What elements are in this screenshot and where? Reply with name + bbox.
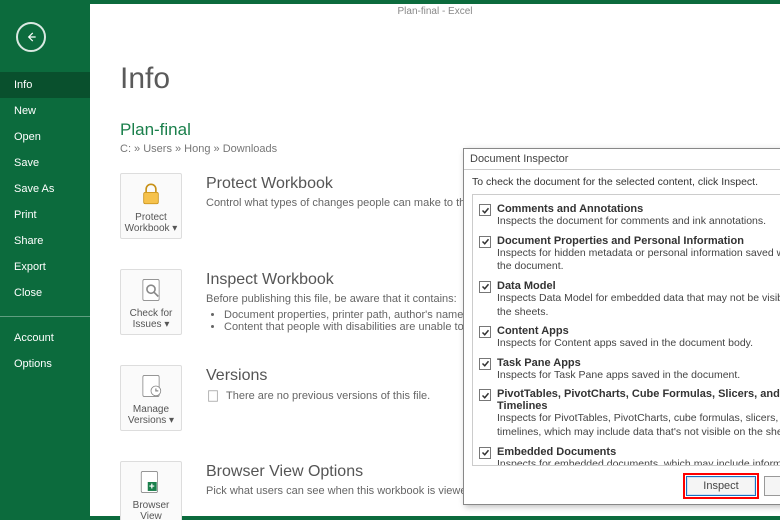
inspector-item: Data ModelInspects Data Model for embedd…	[475, 274, 780, 319]
inspector-list: Comments and AnnotationsInspects the doc…	[473, 195, 780, 465]
nav-item-export[interactable]: Export	[0, 254, 90, 280]
inspector-item: Task Pane AppsInspects for Task Pane app…	[475, 351, 780, 383]
inspector-item: Content AppsInspects for Content apps sa…	[475, 319, 780, 351]
protect-icon	[137, 180, 165, 208]
backstage-sidebar: InfoNewOpenSaveSave AsPrintShareExportCl…	[0, 4, 90, 516]
info-page: Plan-final - Excel Info Plan-final C: » …	[90, 4, 780, 516]
dialog-title: Document Inspector	[470, 153, 568, 165]
nav-item-close[interactable]: Close	[0, 280, 90, 306]
inspector-item-desc: Inspects Data Model for embedded data th…	[497, 292, 780, 319]
nav-item-open[interactable]: Open	[0, 124, 90, 150]
inspector-item-desc: Inspects for embedded documents, which m…	[497, 458, 780, 465]
inspector-item: Comments and AnnotationsInspects the doc…	[475, 197, 780, 229]
inspector-item-text: PivotTables, PivotCharts, Cube Formulas,…	[497, 388, 780, 439]
inspect-icon	[137, 276, 165, 304]
section-button-label: Browser View Options	[123, 500, 179, 520]
inspector-item-title: Data Model	[497, 280, 780, 292]
nav-item-new[interactable]: New	[0, 98, 90, 124]
back-button[interactable]	[16, 22, 46, 52]
dialog-titlebar[interactable]: Document Inspector ? ✕	[464, 149, 780, 170]
inspector-item-title: PivotTables, PivotCharts, Cube Formulas,…	[497, 388, 780, 412]
page-title: Info	[120, 62, 750, 96]
nav-divider	[0, 316, 90, 317]
nav-item-save[interactable]: Save	[0, 150, 90, 176]
inspector-item: Embedded DocumentsInspects for embedded …	[475, 440, 780, 465]
inspector-checkbox[interactable]	[479, 204, 491, 216]
browser-icon	[137, 468, 165, 496]
section-button-label: Check for Issues ▾	[123, 308, 179, 330]
inspector-item: PivotTables, PivotCharts, Cube Formulas,…	[475, 382, 780, 439]
inspector-item-desc: Inspects for PivotTables, PivotCharts, c…	[497, 412, 780, 439]
document-name: Plan-final	[120, 120, 750, 140]
inspector-item-title: Content Apps	[497, 325, 780, 337]
inspector-checkbox[interactable]	[479, 281, 491, 293]
inspector-item-text: Comments and AnnotationsInspects the doc…	[497, 203, 780, 229]
inspector-checkbox[interactable]	[479, 326, 491, 338]
inspector-item-desc: Inspects the document for comments and i…	[497, 215, 780, 229]
window-title: Plan-final - Excel	[90, 2, 780, 17]
inspector-checkbox[interactable]	[479, 389, 491, 401]
dialog-footer: Inspect Close	[464, 468, 780, 504]
inspector-item-desc: Inspects for hidden metadata or personal…	[497, 247, 780, 274]
dialog-instruction: To check the document for the selected c…	[472, 176, 780, 188]
nav-item-options[interactable]: Options	[0, 351, 90, 377]
inspector-item-text: Embedded DocumentsInspects for embedded …	[497, 446, 780, 465]
doc-icon	[206, 389, 220, 403]
nav-item-info[interactable]: Info	[0, 72, 90, 98]
versions-button[interactable]: Manage Versions ▾	[120, 365, 182, 431]
inspector-item-desc: Inspects for Task Pane apps saved in the…	[497, 369, 780, 383]
protect-button[interactable]: Protect Workbook ▾	[120, 173, 182, 239]
inspector-list-area: Comments and AnnotationsInspects the doc…	[472, 194, 780, 466]
nav-item-print[interactable]: Print	[0, 202, 90, 228]
inspector-item-text: Document Properties and Personal Informa…	[497, 235, 780, 274]
inspector-checkbox[interactable]	[479, 236, 491, 248]
versions-icon	[137, 372, 165, 400]
browser-button[interactable]: Browser View Options	[120, 461, 182, 520]
inspector-item-title: Comments and Annotations	[497, 203, 780, 215]
inspector-item-text: Data ModelInspects Data Model for embedd…	[497, 280, 780, 319]
inspect-button[interactable]: Inspect	[686, 476, 756, 496]
inspector-checkbox[interactable]	[479, 447, 491, 459]
inspector-item-title: Embedded Documents	[497, 446, 780, 458]
nav-item-share[interactable]: Share	[0, 228, 90, 254]
arrow-left-icon	[24, 30, 38, 44]
document-inspector-dialog: Document Inspector ? ✕ To check the docu…	[463, 148, 780, 505]
inspector-item-title: Task Pane Apps	[497, 357, 780, 369]
close-button[interactable]: Close	[764, 476, 780, 496]
nav-item-save-as[interactable]: Save As	[0, 176, 90, 202]
inspector-checkbox[interactable]	[479, 358, 491, 370]
inspector-item: Document Properties and Personal Informa…	[475, 229, 780, 274]
app-root: InfoNewOpenSaveSave AsPrintShareExportCl…	[0, 0, 780, 520]
inspector-item-text: Content AppsInspects for Content apps sa…	[497, 325, 780, 351]
inspector-item-desc: Inspects for Content apps saved in the d…	[497, 337, 780, 351]
section-button-label: Manage Versions ▾	[123, 404, 179, 426]
inspector-item-text: Task Pane AppsInspects for Task Pane app…	[497, 357, 780, 383]
section-button-label: Protect Workbook ▾	[123, 212, 179, 234]
nav-item-account[interactable]: Account	[0, 325, 90, 351]
inspector-item-title: Document Properties and Personal Informa…	[497, 235, 780, 247]
inspect-button[interactable]: Check for Issues ▾	[120, 269, 182, 335]
